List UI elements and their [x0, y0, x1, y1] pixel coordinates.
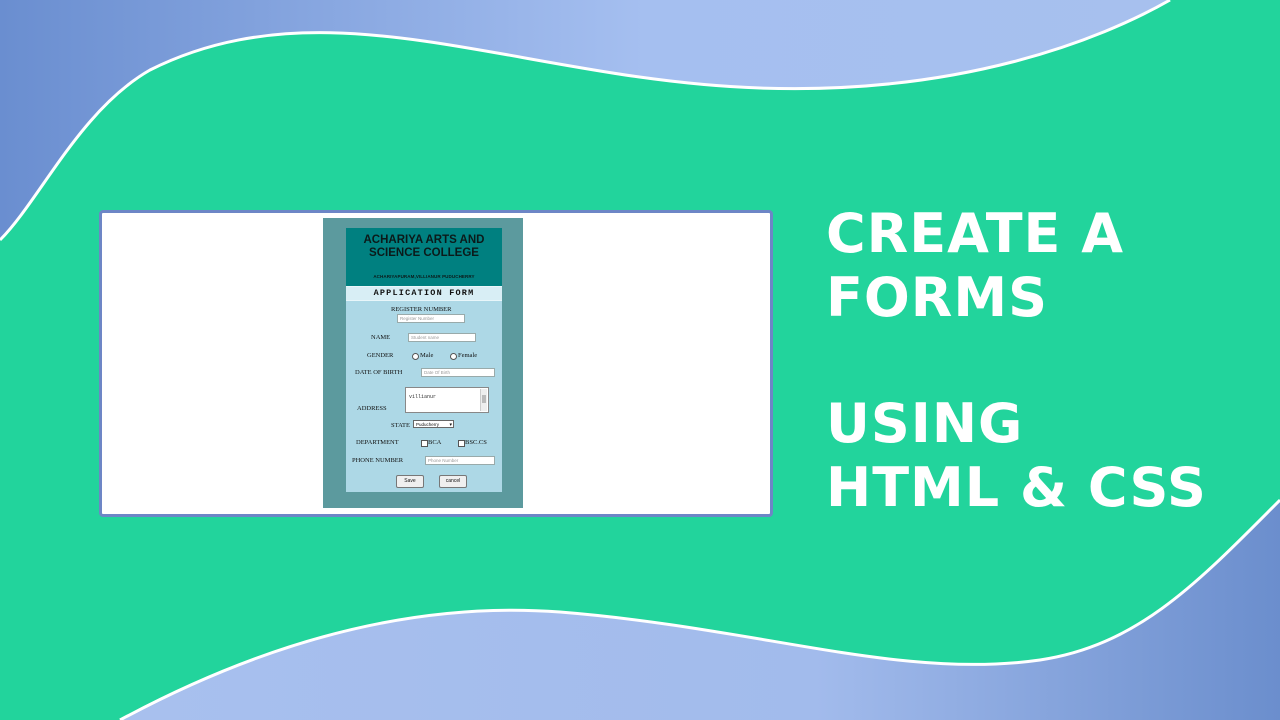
register-number-label: REGISTER NUMBER	[391, 306, 452, 313]
name-input[interactable]: Student name	[408, 333, 476, 342]
phone-number-input[interactable]: Phone Number	[425, 456, 495, 465]
phone-number-label: PHONE NUMBER	[352, 457, 404, 464]
state-label: STATE	[391, 422, 410, 429]
gender-male-label: Male	[420, 352, 434, 359]
form-screenshot-card: ACHARIYA ARTS AND SCIENCE COLLEGE ACHARI…	[99, 210, 773, 517]
bottom-wave	[120, 500, 1280, 720]
department-label: DEPARTMENT	[356, 439, 399, 446]
college-address: ACHARIYAPURAM,VILLIANUR PUDUCHERRY	[373, 274, 475, 279]
department-bca-checkbox[interactable]	[421, 440, 428, 447]
college-name-line2: SCIENCE COLLEGE	[369, 247, 479, 259]
dob-label: DATE OF BIRTH	[355, 369, 403, 376]
save-button[interactable]: Save	[396, 475, 424, 488]
heading-line-1: CREATE A	[826, 202, 1125, 265]
form-panel: ACHARIYA ARTS AND SCIENCE COLLEGE ACHARI…	[323, 218, 523, 508]
chevron-down-icon: ▾	[449, 422, 452, 428]
cancel-button[interactable]: cancel	[439, 475, 467, 488]
form-title: APPLICATION FORM	[346, 286, 502, 301]
heading-line-3: USING	[826, 392, 1024, 455]
gender-female-radio[interactable]	[450, 353, 457, 360]
state-select[interactable]: Puducherry ▾	[413, 420, 454, 428]
heading-line-4: HTML & CSS	[826, 456, 1207, 519]
heading-line-2: FORMS	[826, 266, 1049, 329]
name-label: NAME	[371, 334, 391, 341]
address-value: villianur	[409, 394, 437, 400]
college-name: ACHARIYA ARTS AND SCIENCE COLLEGE	[346, 234, 502, 260]
address-scrollbar[interactable]	[480, 389, 487, 411]
college-header: ACHARIYA ARTS AND SCIENCE COLLEGE ACHARI…	[346, 228, 502, 286]
department-bca-label: BCA	[428, 439, 442, 446]
register-number-input[interactable]: Register Number	[397, 314, 465, 323]
state-selected-value: Puducherry	[416, 422, 440, 427]
gender-female-label: Female	[458, 352, 478, 359]
department-bsccs-label: BSC.CS	[465, 439, 487, 446]
dob-input[interactable]: Date Of Birth	[421, 368, 495, 377]
address-label: ADDRESS	[357, 405, 387, 412]
gender-label: GENDER	[367, 352, 394, 359]
college-name-line1: ACHARIYA ARTS AND	[363, 234, 485, 246]
address-textarea[interactable]: villianur	[405, 387, 489, 413]
gender-male-radio[interactable]	[412, 353, 419, 360]
department-bsccs-checkbox[interactable]	[458, 440, 465, 447]
application-form: ACHARIYA ARTS AND SCIENCE COLLEGE ACHARI…	[346, 228, 502, 492]
